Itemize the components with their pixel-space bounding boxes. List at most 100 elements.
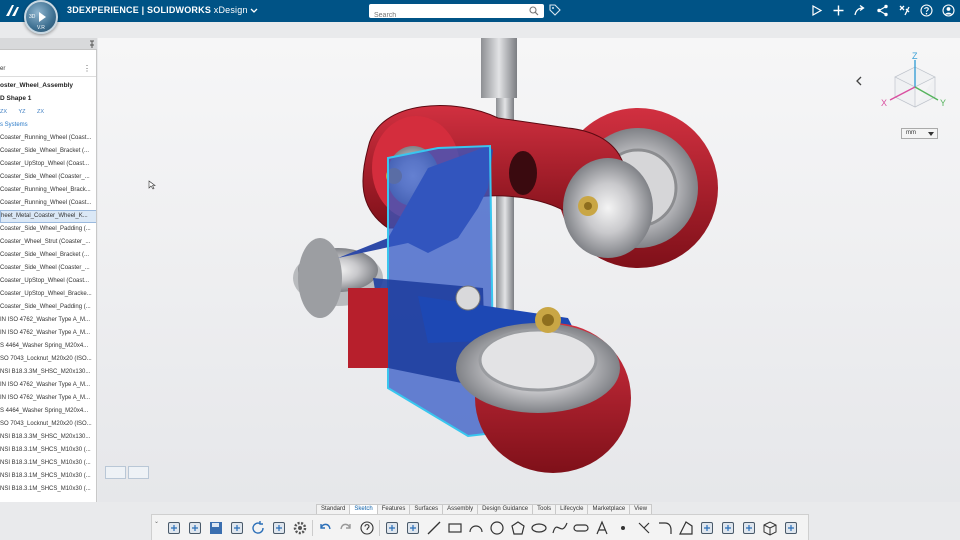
plane-icon[interactable]: YZ: [18, 109, 25, 115]
tree-item[interactable]: Coaster_UpStop_Wheel (Coast...: [0, 275, 96, 288]
help-icon[interactable]: [920, 4, 933, 17]
mirror-icon[interactable]: [699, 520, 715, 536]
view-cube-button[interactable]: [105, 466, 126, 479]
compass-widget[interactable]: 3D V.R: [24, 0, 58, 34]
share-arrow-icon[interactable]: [853, 4, 866, 17]
tree-item[interactable]: Coaster_Running_Wheel (Coast...: [0, 197, 96, 210]
sheet-icon[interactable]: [384, 520, 400, 536]
tab-features[interactable]: Features: [376, 504, 411, 514]
polygon-icon[interactable]: [510, 520, 526, 536]
tree-item[interactable]: NSI B18.3.1M_SHCS_M10x30 (...: [0, 444, 96, 457]
tree-item[interactable]: S 4464_Washer Spring_M20x4...: [0, 405, 96, 418]
tree-item[interactable]: NSI B18.3.1M_SHCS_M10x30 (...: [0, 457, 96, 470]
tab-standard[interactable]: Standard: [316, 504, 351, 514]
tree-item[interactable]: NSI B18.3.1M_SHCS_M10x30 (...: [0, 470, 96, 483]
user-icon[interactable]: [942, 4, 955, 17]
ellipse-icon[interactable]: [531, 520, 547, 536]
rectangle-icon[interactable]: [447, 520, 463, 536]
tree-item[interactable]: SO 7043_Locknut_M20x20 (ISO...: [0, 418, 96, 431]
sketch-pen-icon[interactable]: [405, 520, 421, 536]
redo-icon[interactable]: [338, 520, 354, 536]
chevron-left-icon[interactable]: [855, 76, 863, 86]
tree-item[interactable]: heet_Metal_Coaster_Wheel_K...: [0, 210, 96, 223]
refresh-icon[interactable]: [250, 520, 266, 536]
tab-assembly[interactable]: Assembly: [442, 504, 479, 514]
tree-item[interactable]: Coaster_Running_Wheel (Coast...: [0, 132, 96, 145]
fillet-icon[interactable]: [657, 520, 673, 536]
plane-icon[interactable]: ZX: [0, 109, 7, 115]
spline-icon[interactable]: [552, 520, 568, 536]
tab-sketch[interactable]: Sketch: [349, 504, 378, 514]
tab-tools[interactable]: Tools: [532, 504, 557, 514]
tree-item[interactable]: Coaster_Side_Wheel (Coaster_...: [0, 171, 96, 184]
cut-icon[interactable]: [271, 520, 287, 536]
toolbar-collapse-icon[interactable]: ⌄: [154, 518, 159, 525]
constraint-icon[interactable]: [741, 520, 757, 536]
tree-item[interactable]: SO 7043_Locknut_M20x20 (ISO...: [0, 353, 96, 366]
save-with-options-icon[interactable]: [229, 520, 245, 536]
offset-icon[interactable]: [720, 520, 736, 536]
pin-icon[interactable]: [88, 40, 96, 48]
unit-select[interactable]: mm: [901, 128, 938, 139]
tree-item[interactable]: IN ISO 4762_Washer Type A_M...: [0, 314, 96, 327]
sketch-exit-icon[interactable]: [783, 520, 799, 536]
help-icon[interactable]: [359, 520, 375, 536]
tree-item[interactable]: Coaster_Side_Wheel_Bracket (...: [0, 249, 96, 262]
plane-icon[interactable]: ZX: [37, 109, 44, 115]
orientation-triad[interactable]: Z X Y: [880, 52, 950, 112]
search-input[interactable]: [369, 8, 519, 23]
panel-filter[interactable]: er ⋮: [0, 63, 96, 77]
box-icon[interactable]: [762, 520, 778, 536]
tree-item[interactable]: Coaster_Side_Wheel_Padding (...: [0, 301, 96, 314]
tree-item[interactable]: S 4464_Washer Spring_M20x4...: [0, 340, 96, 353]
tree-item[interactable]: Coaster_Wheel_Strut (Coaster_...: [0, 236, 96, 249]
insert-part-icon[interactable]: [166, 520, 182, 536]
coaster-wheel-model[interactable]: [98, 38, 960, 502]
new-component-icon[interactable]: [187, 520, 203, 536]
line-icon[interactable]: [426, 520, 442, 536]
coordinate-systems-node[interactable]: s Systems: [0, 122, 28, 128]
chamfer-icon[interactable]: [678, 520, 694, 536]
tag-icon[interactable]: [549, 4, 561, 16]
circle-icon[interactable]: [489, 520, 505, 536]
tab-surfaces[interactable]: Surfaces: [409, 504, 444, 514]
share-icon[interactable]: [876, 4, 889, 17]
tree-item[interactable]: IN ISO 4762_Washer Type A_M...: [0, 392, 96, 405]
shape-node[interactable]: D Shape 1: [0, 95, 31, 102]
add-icon[interactable]: [832, 4, 845, 17]
view-section-button[interactable]: [128, 466, 149, 479]
search-icon[interactable]: [529, 6, 539, 16]
assembly-title[interactable]: oster_Wheel_Assembly: [0, 82, 73, 89]
text-icon[interactable]: [594, 520, 610, 536]
ds-logo-icon[interactable]: [3, 2, 23, 20]
app-brand[interactable]: 3DEXPERIENCE | SOLIDWORKS xDesign: [67, 5, 258, 15]
tree-item[interactable]: Coaster_UpStop_Wheel_Bracke...: [0, 288, 96, 301]
tree-item[interactable]: Coaster_Side_Wheel_Padding (...: [0, 223, 96, 236]
tree-item[interactable]: NSI B18.3.3M_SHSC_M20x130...: [0, 366, 96, 379]
play-icon[interactable]: [810, 4, 823, 17]
more-options-icon[interactable]: ⋮: [83, 64, 91, 73]
tab-marketplace[interactable]: Marketplace: [587, 504, 631, 514]
tab-lifecycle[interactable]: Lifecycle: [555, 504, 589, 514]
arc-icon[interactable]: [468, 520, 484, 536]
tree-item[interactable]: NSI B18.3.1M_SHCS_M10x30 (...: [0, 483, 96, 496]
tree-item[interactable]: Coaster_UpStop_Wheel (Coast...: [0, 158, 96, 171]
tree-item[interactable]: Coaster_Running_Wheel_Brack...: [0, 184, 96, 197]
trim-icon[interactable]: [636, 520, 652, 536]
tree-item[interactable]: NSI B18.3.3M_SHSC_M20x130...: [0, 431, 96, 444]
options-gear-icon[interactable]: [292, 520, 308, 536]
tree-item[interactable]: IN ISO 4762_Washer Type A_M...: [0, 327, 96, 340]
slot-icon[interactable]: [573, 520, 589, 536]
point-icon[interactable]: [615, 520, 631, 536]
3d-viewport[interactable]: [98, 38, 960, 502]
tree-item[interactable]: Coaster_Side_Wheel_Bracket (...: [0, 145, 96, 158]
tree-item[interactable]: IN ISO 4762_Washer Type A_M...: [0, 379, 96, 392]
tab-design-guidance[interactable]: Design Guidance: [477, 504, 534, 514]
filter-label: er: [0, 66, 6, 72]
undo-icon[interactable]: [317, 520, 333, 536]
compass-play-icon: [39, 12, 46, 22]
tools-icon[interactable]: [898, 4, 911, 17]
save-icon[interactable]: [208, 520, 224, 536]
tree-item[interactable]: Coaster_Side_Wheel (Coaster_...: [0, 262, 96, 275]
tab-view[interactable]: View: [629, 504, 653, 514]
